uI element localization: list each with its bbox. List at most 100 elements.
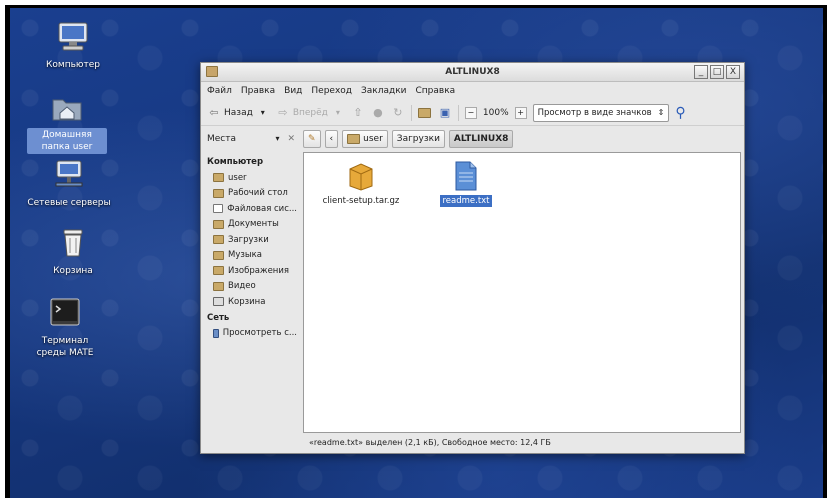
up-arrow-icon[interactable]: ⇧ (351, 106, 365, 120)
desktop: Компьютер Домашняя папка user Сетевые се… (10, 8, 823, 498)
sidebar-header-computer: Компьютер (207, 157, 264, 167)
desktop-icon-home-folder[interactable]: Домашняя папка user (22, 90, 112, 154)
sidebar-item-label: Загрузки (228, 234, 269, 245)
sidebar-item-trash[interactable]: Корзина (207, 294, 297, 310)
menu-bar: Файл Правка Вид Переход Закладки Справка (201, 82, 744, 100)
trash-icon (56, 226, 90, 260)
drive-icon (213, 204, 224, 214)
network-servers-icon (52, 158, 86, 192)
menu-go[interactable]: Переход (311, 86, 352, 96)
network-icon (213, 328, 219, 338)
sidebar-item-pictures[interactable]: Изображения (207, 263, 297, 279)
sidebar-item-filesystem[interactable]: Файловая сис... (207, 201, 297, 217)
zoom-level: 100% (482, 107, 509, 118)
folder-icon (213, 266, 224, 276)
sidebar-item-downloads[interactable]: Загрузки (207, 232, 297, 248)
desktop-icon-network-servers[interactable]: Сетевые серверы (24, 158, 114, 210)
places-selector[interactable]: Места ▾ ✕ (207, 134, 299, 144)
sidebar-item-browse-network[interactable]: Просмотреть с... (207, 326, 297, 342)
zoom-out-button[interactable]: − (464, 106, 477, 119)
desktop-icon-terminal[interactable]: Терминал среды MATE (20, 296, 110, 360)
back-arrow-icon: ⇦ (209, 105, 219, 119)
crumb-user[interactable]: user (342, 130, 388, 148)
file-name: readme.txt (440, 195, 492, 207)
close-button[interactable]: X (726, 65, 740, 79)
chevron-left-icon: ‹ (329, 134, 334, 144)
places-label: Места (207, 134, 237, 144)
pencil-icon: ✎ (308, 134, 316, 144)
maximize-button[interactable]: □ (710, 65, 724, 79)
crumb-downloads[interactable]: Загрузки (391, 130, 445, 148)
sidebar-item-user[interactable]: user (207, 170, 297, 186)
desktop-icon-label: Домашняя папка user (27, 128, 107, 154)
close-sidebar-icon[interactable]: ✕ (287, 134, 295, 144)
menu-view[interactable]: Вид (284, 86, 302, 96)
sidebar-item-label: Рабочий стол (228, 188, 288, 199)
desktop-icon-computer[interactable]: Компьютер (28, 20, 118, 72)
desktop-icon-label: Терминал среды MATE (36, 336, 94, 358)
view-mode-label: Просмотр в виде значков (537, 107, 652, 118)
view-mode-select[interactable]: Просмотр в виде значков ⇕ (532, 103, 670, 122)
file-item[interactable]: client-setup.tar.gz (316, 161, 406, 207)
sidebar-item-label: Видео (228, 281, 256, 292)
folder-icon (213, 250, 224, 260)
archive-icon (348, 161, 374, 191)
zoom-in-button[interactable]: + (514, 106, 527, 119)
forward-button[interactable]: ⇨ Вперёд ▾ (276, 106, 345, 120)
folder-icon (213, 188, 224, 198)
window-body: Компьютер user Рабочий стол Файловая сис… (201, 152, 744, 433)
edit-location-button[interactable]: ✎ (303, 130, 321, 148)
location-bar: Места ▾ ✕ ✎ ‹ user Загрузки ALTLINUX8 (201, 126, 744, 152)
computer-icon (56, 20, 90, 54)
home-folder-icon[interactable] (418, 106, 432, 120)
minimize-button[interactable]: _ (694, 65, 708, 79)
desktop-icon-label: Сетевые серверы (27, 198, 111, 208)
menu-file[interactable]: Файл (207, 86, 232, 96)
path-back-button[interactable]: ‹ (324, 130, 339, 148)
sidebar-item-documents[interactable]: Документы (207, 217, 297, 233)
sidebar-item-label: user (228, 172, 247, 183)
back-button[interactable]: ⇦ Назад ▾ (207, 106, 270, 120)
desktop-icon-label: Корзина (53, 266, 93, 276)
menu-help[interactable]: Справка (416, 86, 456, 96)
toolbar-separator (457, 104, 459, 121)
file-manager-window: ALTLINUX8 _ □ X Файл Правка Вид Переход … (200, 62, 745, 454)
sidebar-item-music[interactable]: Музыка (207, 248, 297, 264)
trash-icon (213, 297, 224, 307)
menu-edit[interactable]: Правка (241, 86, 275, 96)
folder-icon (347, 134, 361, 144)
sidebar-item-videos[interactable]: Видео (207, 279, 297, 295)
places-controls: ▾ ✕ (275, 134, 295, 144)
window-title: ALTLINUX8 (445, 67, 500, 77)
folder-icon (213, 235, 224, 245)
stop-icon[interactable]: ● (371, 106, 385, 120)
desktop-icon-label: Компьютер (46, 60, 100, 70)
sidebar-header-network: Сеть (207, 312, 230, 323)
status-bar: «readme.txt» выделен (2,1 кБ), Свободное… (309, 438, 551, 447)
toolbar: ⇦ Назад ▾ ⇨ Вперёд ▾ ⇧ ● ↻ ▣ − 100% + Пр… (201, 100, 744, 126)
sidebar-item-label: Документы (228, 219, 279, 230)
file-item-selected[interactable]: readme.txt (421, 161, 511, 207)
forward-arrow-icon: ⇨ (278, 105, 288, 119)
sidebar-item-label: Корзина (228, 296, 266, 307)
reload-icon[interactable]: ↻ (391, 106, 405, 120)
chevron-down-icon: ▾ (335, 107, 340, 117)
back-label: Назад (224, 107, 253, 118)
search-icon[interactable]: ⚲ (675, 105, 685, 121)
home-folder-icon (50, 90, 84, 124)
chevron-down-icon[interactable]: ▾ (275, 134, 279, 144)
sidebar-item-label: Просмотреть с... (222, 328, 297, 339)
window-titlebar[interactable]: ALTLINUX8 _ □ X (201, 63, 744, 82)
file-view[interactable]: client-setup.tar.gz readme.txt (303, 152, 741, 433)
folder-icon (213, 219, 224, 229)
folder-icon (213, 281, 224, 291)
forward-label: Вперёд (292, 107, 328, 118)
terminal-icon (48, 296, 82, 330)
sidebar-item-label: Файловая сис... (227, 203, 297, 214)
sidebar-item-desktop[interactable]: Рабочий стол (207, 186, 297, 202)
desktop-icon-trash[interactable]: Корзина (28, 226, 118, 278)
crumb-altlinux8[interactable]: ALTLINUX8 (448, 130, 514, 148)
computer-icon[interactable]: ▣ (438, 106, 452, 120)
sidebar-item-label: Музыка (228, 250, 262, 261)
menu-bookmarks[interactable]: Закладки (361, 86, 407, 96)
